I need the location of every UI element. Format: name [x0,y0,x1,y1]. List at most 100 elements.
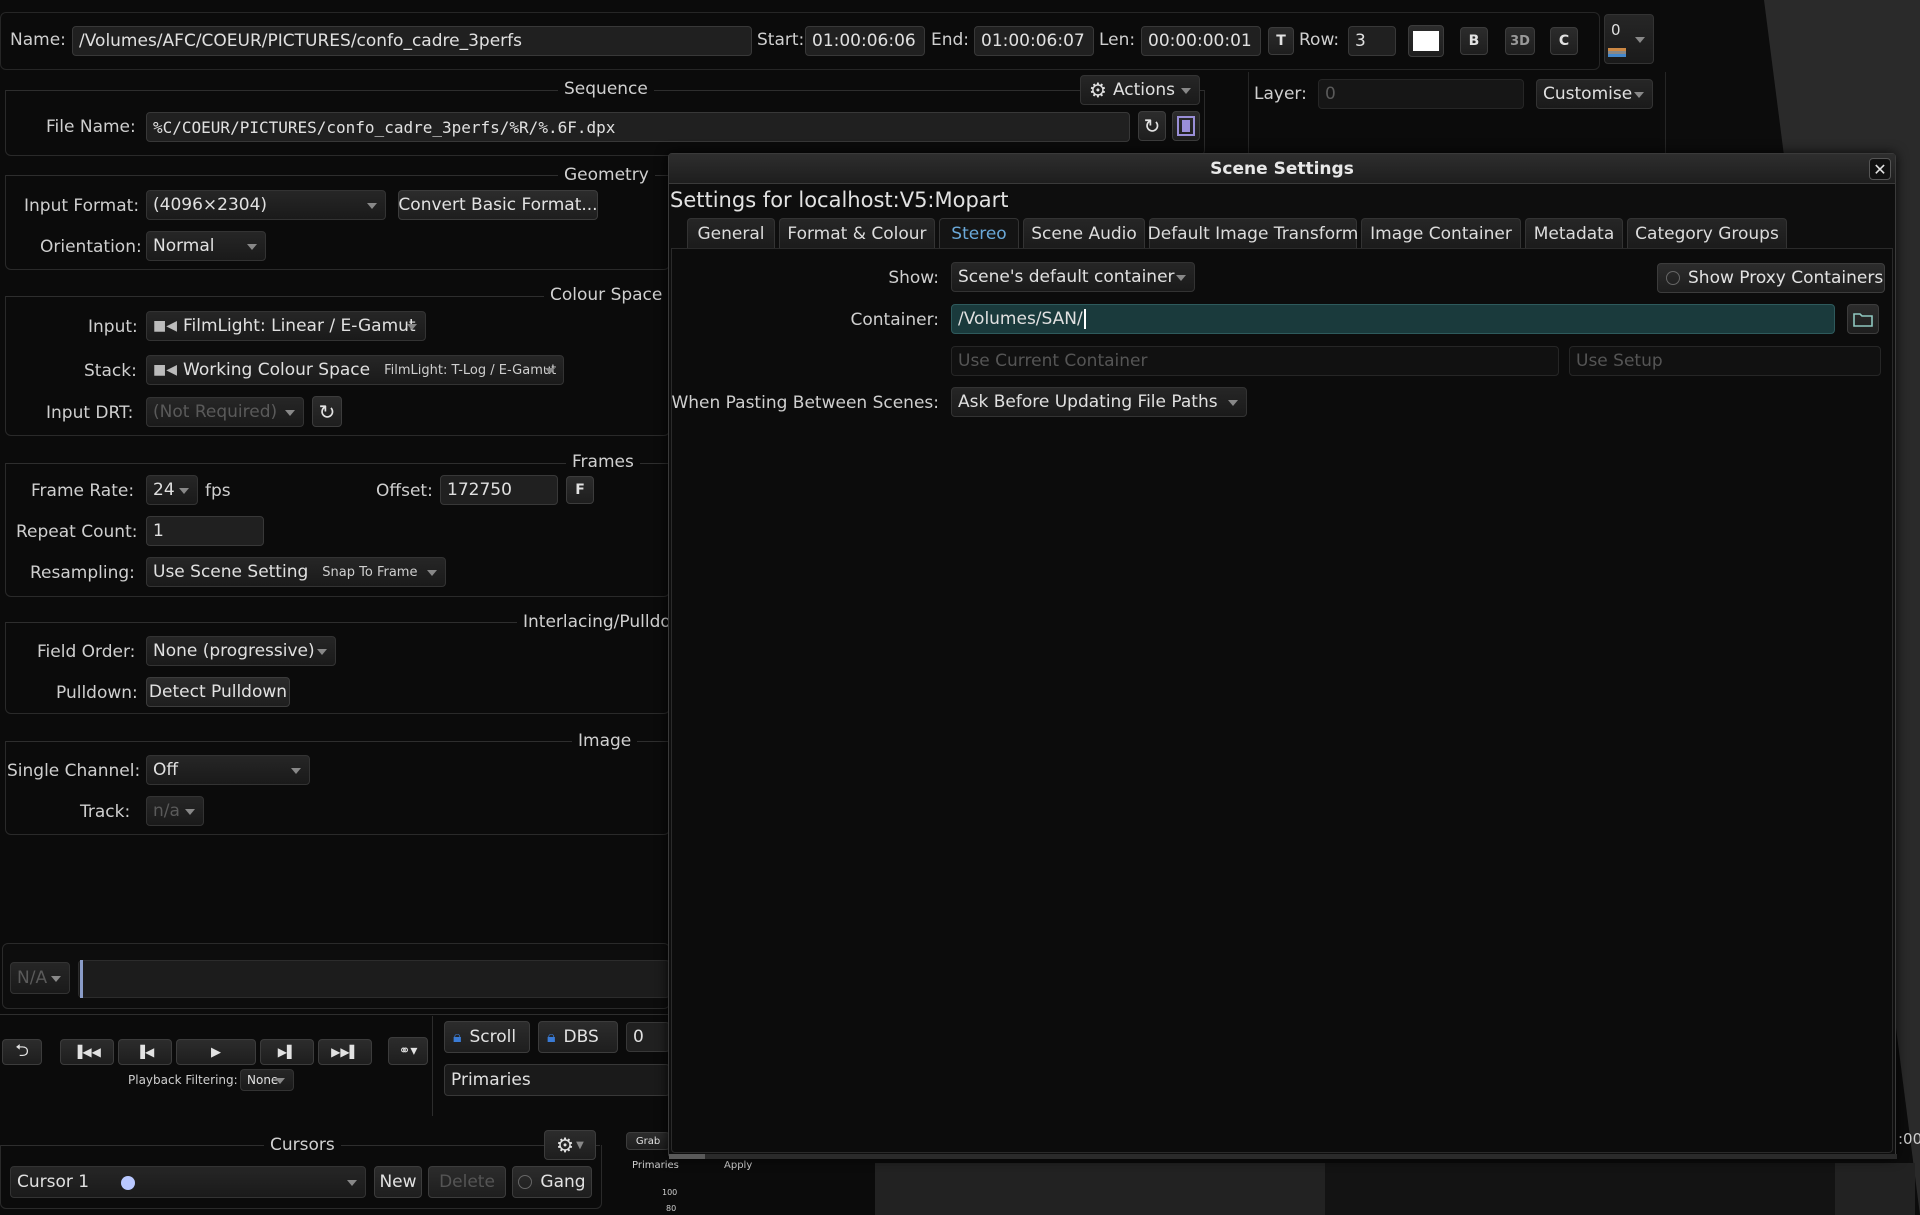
start-field[interactable]: 01:00:06:06 [805,26,925,56]
name-field[interactable]: /Volumes/AFC/COEUR/PICTURES/confo_cadre_… [72,26,752,56]
frame-rate-label: Frame Rate: [31,481,135,501]
undo-button[interactable]: ⮌ [2,1039,42,1065]
counter-value: 0 [1611,21,1621,39]
orientation-label: Orientation: [40,237,142,257]
skip-to-end-icon: ▶▶▌ [331,1045,359,1059]
new-cursor-button[interactable]: New [374,1166,422,1198]
single-channel-dropdown[interactable]: Off [146,755,310,785]
use-current-container-button[interactable]: Use Current Container [951,346,1559,376]
go-to-end-button[interactable]: ▶▶▌ [318,1039,372,1065]
tab-general[interactable]: General [687,218,775,248]
step-back-button[interactable]: ▐◀ [118,1039,172,1065]
input-colour-dropdown[interactable]: ■◀ FilmLight: Linear / E-Gamut [146,311,426,341]
repeat-count-label: Repeat Count: [16,522,138,542]
refresh-button[interactable]: ↻ [1138,111,1166,141]
delete-cursor-button[interactable]: Delete [428,1166,506,1198]
close-icon: ✕ [1873,159,1887,179]
t-toggle-button[interactable]: T [1268,27,1294,55]
input-format-dropdown[interactable]: (4096×2304) [146,190,386,220]
dbs-value-field[interactable]: 0 [626,1022,670,1052]
show-proxy-containers-toggle[interactable]: Show Proxy Containers [1657,263,1885,293]
container-field[interactable]: /Volumes/SAN/ [951,304,1835,334]
white-swatch-button[interactable] [1408,25,1444,57]
refresh-icon: ↻ [318,399,336,424]
timeline-playhead[interactable] [80,960,83,998]
step-forward-icon: ▶▌ [277,1045,297,1059]
cursor-value: Cursor 1 [17,1172,90,1192]
input-drt-label: Input DRT: [46,403,134,423]
input-drt-dropdown[interactable]: (Not Required) [146,397,304,427]
undo-icon: ⮌ [15,1040,29,1061]
dbs-lock-button[interactable]: 🔒︎ DBS [538,1021,618,1053]
container-value: /Volumes/SAN/ [958,309,1083,329]
text-caret [1083,309,1086,329]
tab-format-colour[interactable]: Format & Colour [779,218,935,248]
playback-filtering-dropdown[interactable]: None [240,1069,294,1091]
dialog-bottom-scrollbar[interactable] [669,1154,1897,1159]
row-field[interactable]: 3 [1348,26,1396,56]
input-colour-value: FilmLight: Linear / E-Gamut [183,316,416,336]
timeline-na-dropdown[interactable]: N/A [10,962,70,994]
field-order-dropdown[interactable]: None (progressive) [146,636,336,666]
stack-dropdown[interactable]: ■◀ Working Colour Space FilmLight: T-Log /… [146,355,564,385]
go-to-start-button[interactable]: ▐◀◀ [60,1039,114,1065]
tab-stereo[interactable]: Stereo [939,218,1019,248]
track-dropdown[interactable]: n/a [146,796,204,826]
gang-button[interactable]: Gang [512,1166,592,1198]
convert-basic-format-button[interactable]: Convert Basic Format... [398,190,598,220]
mini-tick-100: 100 [662,1188,678,1197]
fps-label: fps [205,481,231,501]
pasting-dropdown[interactable]: Ask Before Updating File Paths [951,387,1247,417]
end-field[interactable]: 01:00:06:07 [974,26,1094,56]
tab-category-groups[interactable]: Category Groups [1627,218,1787,248]
field-order-label: Field Order: [37,642,136,662]
tab-scene-audio[interactable]: Scene Audio [1023,218,1145,248]
drt-refresh-button[interactable]: ↻ [312,396,342,427]
scene-settings-dialog: Scene Settings ✕ Settings for localhost:… [668,153,1897,1159]
detect-pulldown-button[interactable]: Detect Pulldown [146,677,290,707]
resampling-sub-value: Snap To Frame [322,564,418,580]
grab-button[interactable]: Grab [626,1132,670,1150]
play-button[interactable]: ▶ [176,1039,256,1065]
len-label: Len: [1099,30,1136,50]
lock-icon: 🔒︎ [547,1027,556,1046]
len-field[interactable]: 00:00:00:01 [1141,26,1261,56]
dbs-label: DBS [563,1027,599,1047]
file-name-field[interactable]: %C/COEUR/PICTURES/confo_cadre_3perfs/%R/… [146,112,1130,142]
primaries-field[interactable]: Primaries [444,1064,670,1096]
step-forward-button[interactable]: ▶▌ [260,1039,314,1065]
dialog-bottom-scrollbar-thumb[interactable] [669,1154,705,1159]
b-toggle-button[interactable]: B [1460,27,1488,55]
camera-icon: ■◀ [153,318,177,334]
playback-filtering-label: Playback Filtering: [128,1073,238,1087]
repeat-count-field[interactable]: 1 [146,516,264,546]
use-setup-label: Use Setup [1576,351,1663,371]
offset-field[interactable]: 172750 [440,475,558,505]
resampling-label: Resampling: [30,563,135,583]
stack-sub-value: FilmLight: T-Log / E-Gamut [384,362,557,378]
tab-image-container[interactable]: Image Container [1361,218,1521,248]
tab-default-image-transform[interactable]: Default Image Transform [1148,218,1358,248]
tab-metadata[interactable]: Metadata [1525,218,1623,248]
link-options-button[interactable]: ⚭▾ [388,1037,428,1065]
offset-label: Offset: [376,481,433,501]
offset-f-button[interactable]: F [566,476,594,504]
dialog-close-button[interactable]: ✕ [1869,158,1891,180]
dialog-title-bar[interactable]: Scene Settings [669,154,1895,184]
scroll-lock-button[interactable]: 🔒︎ Scroll [444,1021,530,1053]
3d-toggle-button[interactable]: 3D [1505,27,1535,55]
resampling-dropdown[interactable]: Use Scene Setting Snap To Frame [146,557,446,587]
orientation-dropdown[interactable]: Normal [146,231,266,261]
stack-value: Working Colour Space [183,360,371,380]
film-strip-icon [1177,116,1195,136]
frame-rate-dropdown[interactable]: 24 [146,475,198,505]
file-name-label: File Name: [46,117,136,137]
timeline-track[interactable] [78,960,670,998]
browse-folder-button[interactable] [1847,304,1879,334]
cursor-dropdown[interactable]: Cursor 1 [10,1166,366,1198]
use-setup-button[interactable]: Use Setup [1569,346,1881,376]
dialog-tab-bar: General Format & Colour Stereo Scene Aud… [687,218,1887,248]
film-strip-button[interactable] [1172,111,1200,141]
show-dropdown[interactable]: Scene's default container [951,262,1195,292]
c-toggle-button[interactable]: C [1550,27,1578,55]
